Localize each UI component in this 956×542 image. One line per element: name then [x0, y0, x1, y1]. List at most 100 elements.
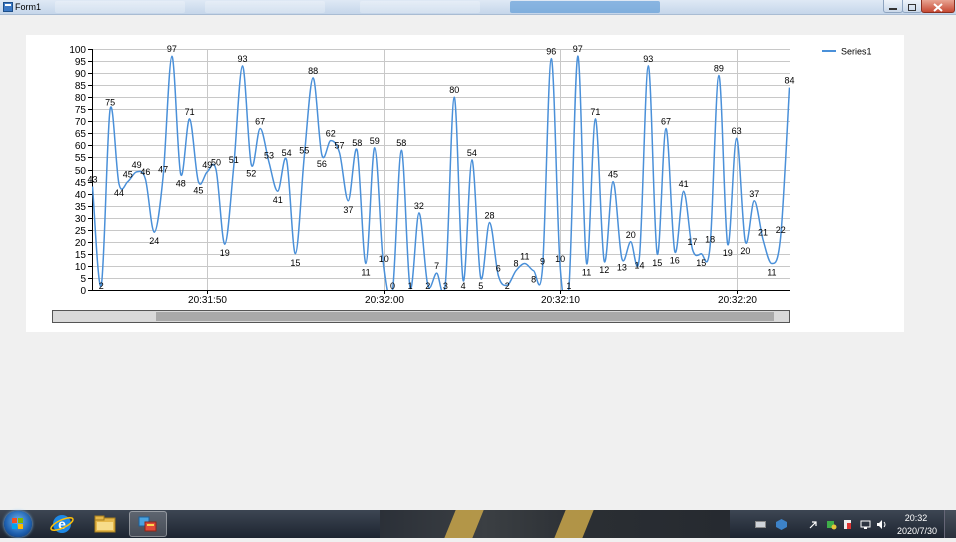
data-label: 56: [317, 159, 327, 169]
background-taskbar-ghost: [360, 1, 480, 13]
data-label: 6: [496, 264, 501, 274]
data-label: 97: [573, 44, 583, 54]
data-label: 20: [626, 230, 636, 240]
clock-time[interactable]: 20:32: [896, 513, 936, 523]
data-label: 19: [220, 248, 230, 258]
data-label: 13: [617, 263, 627, 273]
y-tick-label: 40: [75, 190, 87, 201]
clock-date[interactable]: 2020/7/30: [894, 526, 940, 536]
data-label: 14: [634, 260, 644, 270]
data-label: 20: [740, 246, 750, 256]
windows-logo-icon: [12, 518, 23, 529]
data-label: 47: [158, 165, 168, 175]
line-chart: 0510152025303540455055606570758085909510…: [69, 44, 871, 306]
taskbar-internet-explorer[interactable]: e: [43, 511, 81, 537]
taskbar-form1-app[interactable]: [129, 511, 167, 537]
taskbar: e: [0, 510, 956, 538]
data-label: 10: [555, 254, 565, 264]
data-label: 37: [343, 205, 353, 215]
data-label: 4: [461, 281, 466, 291]
data-label: 11: [582, 268, 591, 278]
maximize-button[interactable]: [902, 0, 922, 13]
network-shield-icon[interactable]: [826, 519, 837, 530]
data-label: 16: [670, 255, 680, 265]
data-label: 2: [99, 281, 104, 291]
data-label: 24: [149, 236, 159, 246]
data-label: 1: [566, 281, 571, 291]
data-label: 8: [513, 259, 518, 269]
start-button[interactable]: [4, 511, 32, 537]
data-label: 45: [193, 186, 203, 196]
y-tick-label: 20: [75, 238, 87, 249]
data-label: 48: [176, 178, 186, 188]
data-label: 93: [643, 54, 653, 64]
show-hidden-icons-icon[interactable]: [808, 519, 819, 530]
data-label: 59: [370, 136, 380, 146]
data-label: 55: [299, 145, 309, 155]
y-tick-label: 85: [75, 81, 87, 92]
volume-icon[interactable]: [876, 519, 887, 530]
y-tick-label: 80: [75, 93, 87, 104]
data-label: 93: [237, 54, 247, 64]
y-tick-label: 95: [75, 57, 87, 68]
data-label: 96: [546, 47, 556, 57]
data-label: 58: [396, 138, 406, 148]
window-title-bar[interactable]: Form1: [0, 0, 956, 15]
data-label: 5: [478, 281, 483, 291]
taskbar-wallpaper: [380, 510, 730, 538]
app-tray-icon[interactable]: [776, 519, 787, 530]
y-tick-label: 45: [75, 178, 87, 189]
data-label: 21: [758, 227, 768, 237]
data-label: 45: [608, 170, 618, 180]
data-label: 89: [714, 64, 724, 74]
y-tick-label: 5: [80, 274, 86, 285]
form-app-icon: [138, 516, 157, 532]
data-label: 51: [229, 155, 239, 165]
data-label: 52: [246, 169, 256, 179]
y-tick-label: 50: [75, 166, 87, 177]
data-label: 11: [361, 268, 370, 278]
data-label: 11: [520, 252, 529, 262]
x-tick-label: 20:32:10: [541, 295, 580, 306]
action-center-icon[interactable]: [842, 519, 853, 530]
chart-horizontal-scrollbar[interactable]: [52, 310, 790, 323]
data-label: 53: [264, 150, 274, 160]
network-icon[interactable]: [860, 519, 871, 530]
chart-control[interactable]: 0 5 10 15 20 25 30 35 40 45 50 55 60 65 70 75 80 85 90 95 10…: [26, 35, 904, 332]
minimize-icon: [889, 8, 897, 10]
data-label: 15: [290, 258, 300, 268]
y-tick-label: 30: [75, 214, 87, 225]
y-tick-label: 75: [75, 105, 87, 116]
data-labels: 4327544454946244797487145495019519352675…: [87, 44, 794, 291]
data-label: 44: [114, 188, 124, 198]
data-label: 97: [167, 44, 177, 54]
data-label: 18: [705, 235, 715, 245]
x-tick-label: 20:31:50: [188, 295, 227, 306]
minimize-button[interactable]: [883, 0, 903, 13]
show-desktop-button[interactable]: [944, 510, 956, 538]
x-tick-label: 20:32:20: [718, 295, 757, 306]
data-label: 54: [282, 148, 292, 158]
data-label: 43: [87, 174, 97, 184]
data-label: 0: [390, 281, 395, 291]
data-label: 71: [185, 107, 195, 117]
data-label: 9: [540, 256, 545, 266]
data-label: 22: [776, 225, 786, 235]
keyboard-icon[interactable]: [755, 519, 766, 530]
data-label: 41: [273, 195, 283, 205]
close-button[interactable]: [921, 0, 955, 13]
y-tick-label: 65: [75, 129, 87, 140]
data-label: 41: [679, 179, 689, 189]
scrollbar-thumb[interactable]: [156, 312, 774, 321]
taskbar-file-explorer[interactable]: [86, 511, 124, 537]
data-label: 37: [749, 189, 759, 199]
data-label: 32: [414, 201, 424, 211]
y-tick-label: 70: [75, 117, 87, 128]
x-tick-label: 20:32:00: [365, 295, 404, 306]
y-tick-label: 60: [75, 141, 87, 152]
internet-explorer-icon: e: [50, 515, 74, 533]
y-tick-label: 25: [75, 226, 87, 237]
background-taskbar-ghost: [510, 1, 660, 13]
data-label: 88: [308, 66, 318, 76]
data-label: 1: [408, 281, 413, 291]
